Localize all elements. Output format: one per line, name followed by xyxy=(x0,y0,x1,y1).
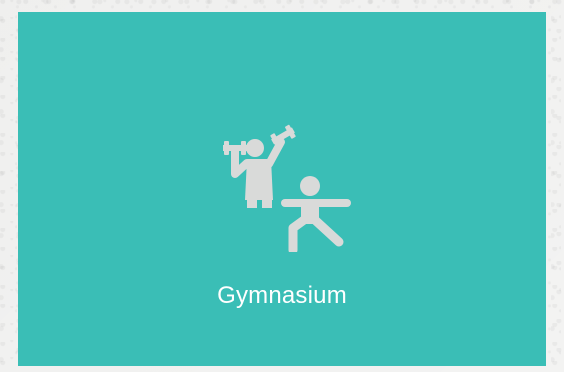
gymnasium-tile[interactable]: Gymnasium xyxy=(18,12,546,366)
fitness-exercise-icon xyxy=(207,120,357,252)
tile-label: Gymnasium xyxy=(217,282,347,309)
